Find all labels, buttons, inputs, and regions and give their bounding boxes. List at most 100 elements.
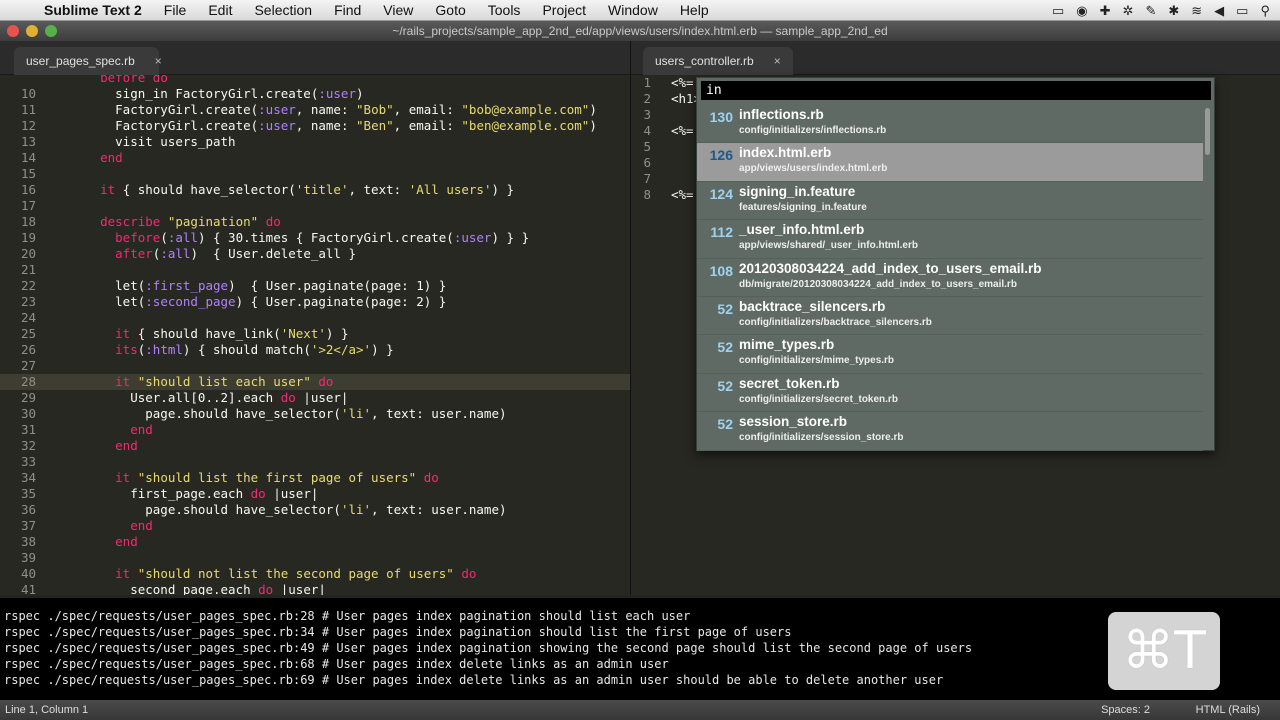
code-text: its(:html) { should match('>2</a>') } [115,342,394,357]
search-icon[interactable]: ⚲ [1260,3,1270,19]
code-line[interactable]: 20 after(:all) { User.delete_all } [0,246,630,262]
menu-edit[interactable]: Edit [197,2,243,18]
code-text: describe "pagination" do [100,214,281,229]
code-line[interactable]: 18 describe "pagination" do [0,214,630,230]
indentation-setting[interactable]: Spaces: 2 [1101,704,1150,716]
goto-result-item[interactable]: 124 signing_in.feature features/signing_in… [697,182,1203,221]
code-line[interactable]: 19 before(:all) { 30.times { FactoryGirl… [0,230,630,246]
code-line[interactable]: 37 end [0,518,630,534]
syntax-mode[interactable]: HTML (Rails) [1196,704,1260,716]
wifi-icon[interactable]: ≋ [1191,3,1202,19]
code-text: before do [100,75,168,85]
code-line[interactable]: 25 it { should have_link('Next') } [0,326,630,342]
match-score: 130 [709,109,733,125]
file-name: secret_token.rb [739,375,840,391]
goto-result-item[interactable]: 52 secret_token.rb config/initializers/sec… [697,374,1203,413]
menu-goto[interactable]: Goto [424,2,476,18]
scrollbar[interactable] [1205,108,1210,155]
code-line[interactable]: 11 FactoryGirl.create(:user, name: "Bob"… [0,102,630,118]
line-number: 30 [20,406,36,421]
code-line[interactable]: 27 [0,358,630,374]
code-line[interactable]: 35 first_page.each do |user| [0,486,630,502]
line-number: 23 [20,294,36,309]
left-editor[interactable]: before do 10 sign_in FactoryGirl.create(:… [0,75,630,595]
menu-file[interactable]: File [153,2,198,18]
tab-user-pages-spec[interactable]: user_pages_spec.rb × [14,47,162,75]
menu-project[interactable]: Project [531,2,597,18]
tab-label: user_pages_spec.rb [26,54,135,68]
code-line[interactable]: 12 FactoryGirl.create(:user, name: "Ben"… [0,118,630,134]
volume-icon[interactable]: ◀ [1214,3,1224,19]
code-line[interactable]: 21 [0,262,630,278]
sync-icon[interactable]: ◉ [1076,3,1087,19]
window-title: ~/rails_projects/sample_app_2nd_ed/app/v… [392,24,888,38]
app-menu[interactable]: Sublime Text 2 [40,2,153,18]
code-text: before(:all) { 30.times { FactoryGirl.cr… [115,230,530,245]
menu-tools[interactable]: Tools [477,2,532,18]
close-tab-icon[interactable]: × [774,54,781,68]
code-text: <%= [671,187,694,202]
tools-icon[interactable]: ✎ [1145,3,1156,19]
console-line: rspec ./spec/requests/user_pages_spec.rb… [4,609,691,623]
gear-icon[interactable]: ✲ [1123,3,1134,19]
code-line[interactable]: 23 let(:second_page) { User.paginate(pag… [0,294,630,310]
goto-result-item[interactable]: 108 20120308034224_add_index_to_users_ema… [697,259,1203,297]
goto-anything-panel: 130 inflections.rb config/initializers/inf… [696,77,1215,451]
code-text: <%= [671,123,694,138]
code-line[interactable]: 26 its(:html) { should match('>2</a>') } [0,342,630,358]
goto-result-item[interactable]: 112 _user_info.html.erb app/views/shared/_… [697,220,1203,259]
menu-find[interactable]: Find [323,2,372,18]
code-line[interactable]: 14 end [0,150,630,166]
left-tabbar: user_pages_spec.rb × [0,41,630,75]
code-line[interactable]: 30 page.should have_selector('li', text:… [0,406,630,422]
line-number: 11 [20,102,36,117]
code-line[interactable]: 29 User.all[0..2].each do |user| [0,390,630,406]
goto-result-item[interactable]: 126 index.html.erb app/views/users/index.h… [697,143,1203,182]
line-number: 2 [643,91,651,106]
code-line[interactable]: 10 sign_in FactoryGirl.create(:user) [0,86,630,102]
goto-result-item[interactable]: 52 mime_types.rb config/initializers/mime_… [697,335,1203,374]
code-line[interactable]: 15 [0,166,630,182]
code-line[interactable]: 34 it "should list the first page of use… [0,470,630,486]
line-number: 34 [20,470,36,485]
code-line[interactable]: 38 end [0,534,630,550]
script-icon[interactable]: ▭ [1052,3,1064,19]
code-line[interactable]: 31 end [0,422,630,438]
bluetooth-icon[interactable]: ✱ [1168,3,1179,19]
code-text: it "should list the first page of users"… [115,470,439,485]
code-line[interactable]: 17 [0,198,630,214]
goto-result-item[interactable]: 52 backtrace_silencers.rb config/initializ… [697,297,1203,336]
goto-result-item[interactable]: 130 inflections.rb config/initializers/inf… [697,105,1203,144]
code-line[interactable]: 22 let(:first_page) { User.paginate(page… [0,278,630,294]
line-number: 16 [20,182,36,197]
line-number: 6 [643,155,651,170]
close-tab-icon[interactable]: × [155,54,162,68]
goto-anything-input[interactable] [701,81,1211,100]
code-line[interactable]: 32 end [0,438,630,454]
menu-window[interactable]: Window [597,2,669,18]
file-name: signing_in.feature [739,183,856,199]
code-line[interactable]: 40 it "should not list the second page o… [0,566,630,582]
code-line[interactable]: 36 page.should have_selector('li', text:… [0,502,630,518]
code-line[interactable]: 13 visit users_path [0,134,630,150]
code-line[interactable]: 24 [0,310,630,326]
console-line: rspec ./spec/requests/user_pages_spec.rb… [4,641,973,655]
menu-view[interactable]: View [372,2,424,18]
code-text: end [130,518,153,533]
line-number: 1 [643,75,651,90]
file-path: config/initializers/session_store.rb [739,432,904,444]
goto-result-item[interactable]: 52 session_store.rb config/initializers/se… [697,412,1203,451]
code-line[interactable]: 28 it "should list each user" do [0,374,630,390]
menu-selection[interactable]: Selection [243,2,323,18]
code-line[interactable]: before do [0,75,630,86]
code-line[interactable]: 41 second_page.each do |user| [0,582,630,595]
code-line[interactable]: 39 [0,550,630,566]
tab-users-controller[interactable]: users_controller.rb × [643,47,793,75]
plus-icon[interactable]: ✚ [1100,3,1111,19]
code-line[interactable]: 33 [0,454,630,470]
battery-icon[interactable]: ▭ [1236,3,1248,19]
code-line[interactable]: 16 it { should have_selector('title', te… [0,182,630,198]
code-text: sign_in FactoryGirl.create(:user) [70,86,364,101]
code-text: it { should have_link('Next') } [115,326,349,341]
menu-help[interactable]: Help [669,2,720,18]
